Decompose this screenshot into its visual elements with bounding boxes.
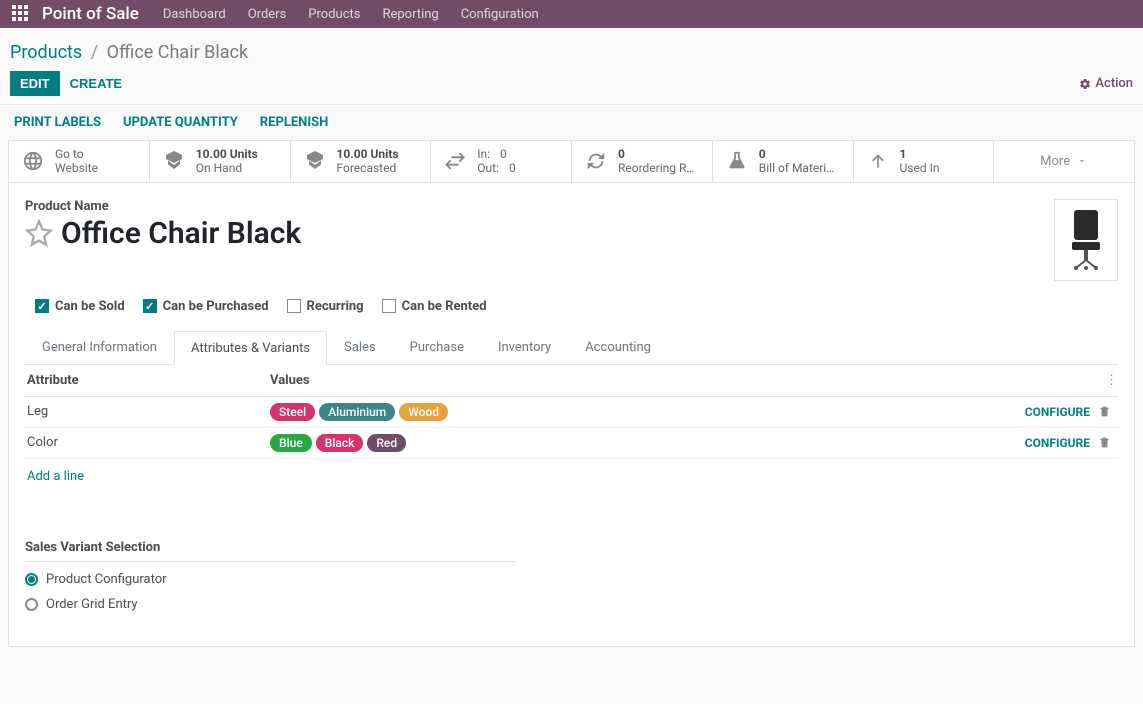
attributes-table: Attribute Values ⋮ LegSteelAluminiumWood… [25,365,1118,484]
breadcrumb-current: Office Chair Black [107,42,248,63]
tabs: General Information Attributes & Variant… [25,330,1118,365]
breadcrumb-parent[interactable]: Products [10,42,82,63]
menu-orders[interactable]: Orders [248,7,287,22]
refresh-icon [582,147,610,175]
attribute-values: BlueBlackRed [270,434,1025,452]
update-quantity-action[interactable]: UPDATE QUANTITY [123,115,238,130]
edit-button[interactable]: EDIT [10,71,60,96]
radio-label: Product Configurator [46,572,167,587]
stat-website[interactable]: Go toWebsite [9,141,150,182]
attribute-row: LegSteelAluminiumWoodCONFIGURE [25,397,1118,428]
breadcrumb-sep: / [91,42,98,63]
action-label: Action [1095,76,1133,91]
menu-reporting[interactable]: Reporting [382,7,438,22]
value-badge: Blue [270,434,312,452]
trash-icon[interactable] [1098,436,1118,449]
radio-icon [25,573,38,586]
kebab-icon[interactable]: ⋮ [1098,373,1118,388]
value-badge: Aluminium [319,403,395,421]
replenish-action[interactable]: REPLENISH [260,115,329,130]
attribute-values: SteelAluminiumWood [270,403,1025,421]
tab-accounting[interactable]: Accounting [568,330,668,364]
transfer-icon [441,147,469,175]
topbar: Point of Sale Dashboard Orders Products … [0,0,1143,28]
stat-onhand[interactable]: 10.00 UnitsOn Hand [150,141,291,182]
checkbox-icon [35,299,49,313]
stat-inout[interactable]: In:0 Out:0 [431,141,572,182]
secondary-actions: PRINT LABELS UPDATE QUANTITY REPLENISH [0,104,1143,140]
action-dropdown[interactable]: Action [1079,76,1133,91]
product-name-label: Product Name [25,199,109,214]
configure-button[interactable]: CONFIGURE [1025,436,1098,450]
checkbox-sold[interactable]: Can be Sold [35,299,125,314]
checkbox-icon [287,299,301,313]
tab-sales[interactable]: Sales [327,330,393,364]
checkbox-rented[interactable]: Can be Rented [382,299,487,314]
attr-header-values: Values [270,373,1098,388]
radio-option[interactable]: Product Configurator [25,572,515,587]
radio-icon [25,598,38,611]
checkbox-recurring[interactable]: Recurring [287,299,364,314]
boxes-icon [160,147,188,175]
add-line[interactable]: Add a line [25,469,1118,484]
product-title: Office Chair Black [61,216,301,251]
menu-dashboard[interactable]: Dashboard [163,7,226,22]
attribute-name: Leg [25,404,270,419]
tab-purchase[interactable]: Purchase [393,330,481,364]
attribute-name: Color [25,435,270,450]
menu-products[interactable]: Products [308,7,360,22]
tab-attributes-variants[interactable]: Attributes & Variants [174,331,327,365]
variant-selection: Sales Variant Selection Product Configur… [25,540,515,612]
attr-header-attribute: Attribute [25,373,270,388]
chevron-down-icon [1076,155,1088,167]
apps-icon[interactable] [12,5,30,23]
tab-inventory[interactable]: Inventory [481,330,568,364]
stat-usedin[interactable]: 1Used In [854,141,995,182]
toolbar: EDIT CREATE Action [0,63,1143,104]
statbar: Go toWebsite 10.00 UnitsOn Hand 10.00 Un… [8,140,1135,183]
globe-icon [19,147,47,175]
radio-option[interactable]: Order Grid Entry [25,597,515,612]
stat-forecast[interactable]: 10.00 UnitsForecasted [291,141,432,182]
trash-icon[interactable] [1098,405,1118,418]
value-badge: Black [316,434,364,452]
stat-more[interactable]: More [994,141,1134,182]
star-icon[interactable] [25,219,53,247]
stat-reordering[interactable]: 0Reordering R… [572,141,713,182]
product-image[interactable] [1054,199,1118,281]
menu-configuration[interactable]: Configuration [461,7,539,22]
variant-selection-label: Sales Variant Selection [25,540,515,562]
stat-bom[interactable]: 0Bill of Materi… [713,141,854,182]
print-labels-action[interactable]: PRINT LABELS [14,115,101,130]
flask-icon [723,147,751,175]
value-badge: Red [367,434,406,452]
content-sheet: Product Name Office Chair Black Can be S… [8,183,1135,647]
checkbox-purchased[interactable]: Can be Purchased [143,299,269,314]
breadcrumb: Products / Office Chair Black [0,28,1143,63]
attribute-row: ColorBlueBlackRedCONFIGURE [25,428,1118,459]
value-badge: Wood [399,403,448,421]
gear-icon [1079,78,1091,90]
configure-button[interactable]: CONFIGURE [1025,405,1098,419]
create-button[interactable]: CREATE [60,71,132,96]
checkbox-icon [382,299,396,313]
checkbox-row: Can be Sold Can be Purchased Recurring C… [25,299,1118,314]
radio-label: Order Grid Entry [46,597,138,612]
arrow-up-icon [864,147,892,175]
value-badge: Steel [270,403,315,421]
checkbox-icon [143,299,157,313]
boxes-icon [301,147,329,175]
brand[interactable]: Point of Sale [42,4,139,24]
tab-general-information[interactable]: General Information [25,330,174,364]
